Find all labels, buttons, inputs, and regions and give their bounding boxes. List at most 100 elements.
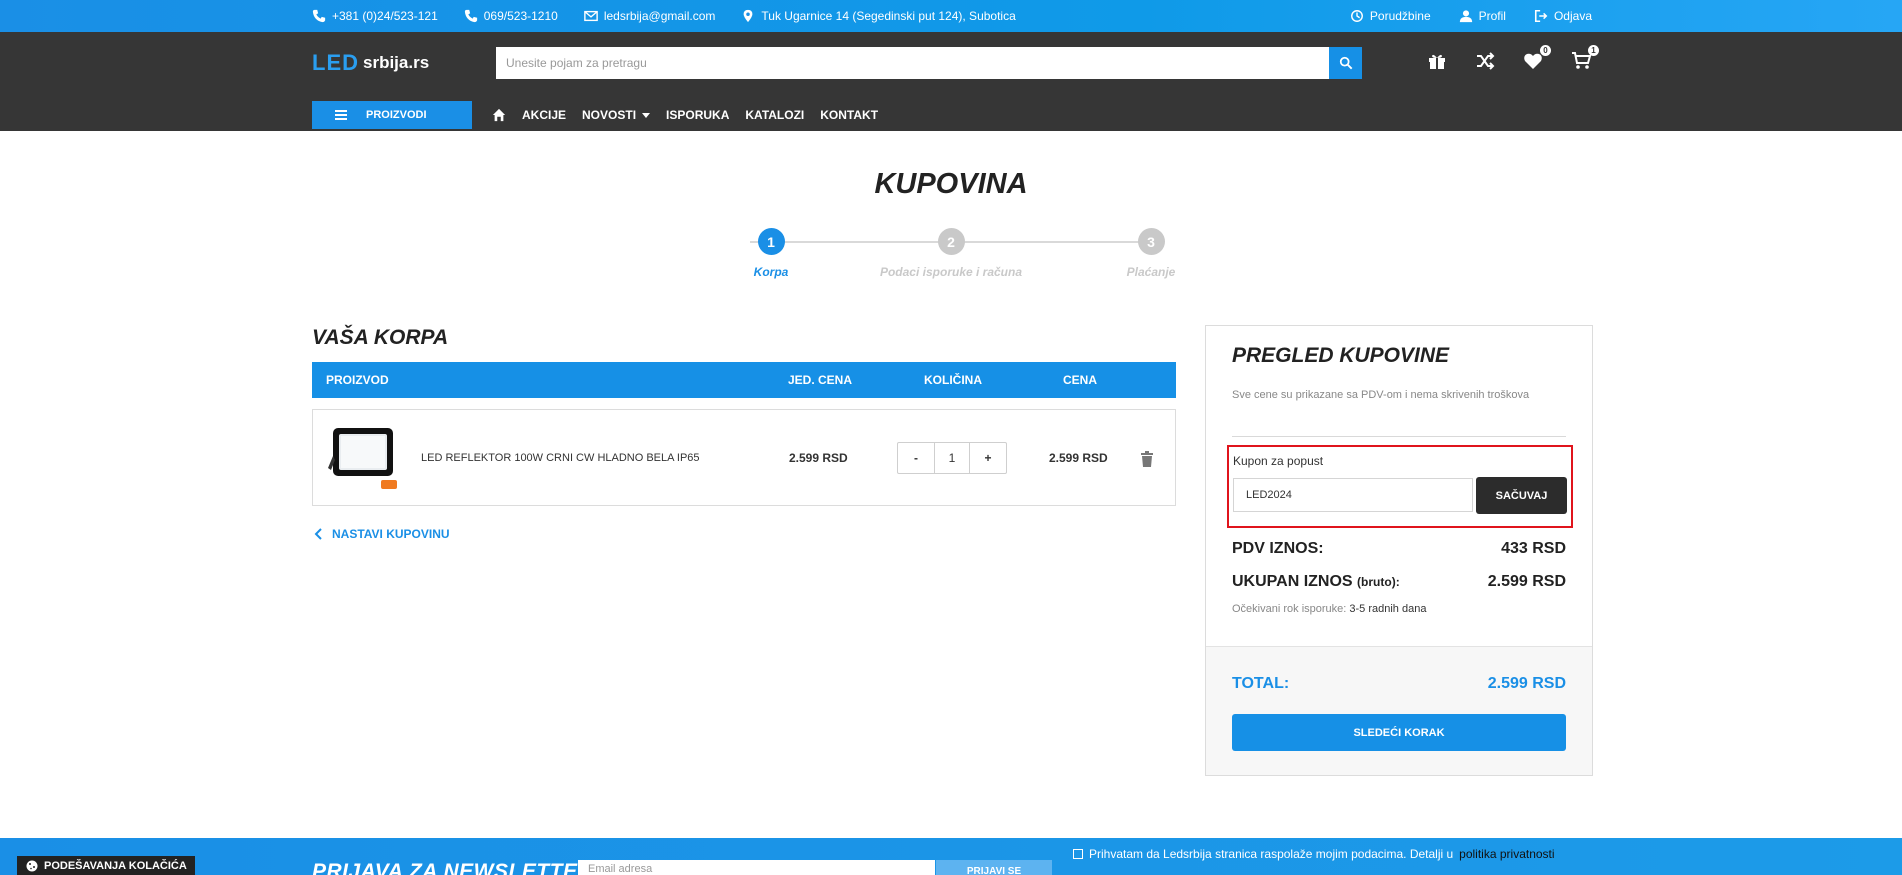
search-bar [496,47,1362,79]
cookie-icon [25,859,39,873]
cart-item-row: LED REFLEKTOR 100W CRNI CW HLADNO BELA I… [312,409,1176,506]
gross-total-suffix: (bruto): [1357,575,1400,589]
cart-table-header: PROIZVOD JED. CENA KOLIČINA CENA [312,362,1176,398]
coupon-label: Kupon za popust [1233,454,1324,468]
envelope-icon [584,9,598,23]
nav-item-kontakt[interactable]: KONTAKT [820,108,878,122]
step-2-circle: 2 [937,228,965,255]
newsletter-bar: PRIJAVA ZA NEWSLETTER Email adresa PRIJA… [0,838,1902,875]
top-contact-bar: +381 (0)24/523-121 069/523-1210 ledsrbij… [0,0,1902,32]
continue-shopping-label: NASTAVI KUPOVINU [332,527,450,541]
history-icon [1350,9,1364,23]
summary-divider [1232,436,1566,437]
main-header: LED srbija.rs 0 1 [0,32,1902,131]
phone-contact-2[interactable]: 069/523-1210 [464,9,558,23]
summary-total-section: TOTAL: 2.599 RSD SLEDEĆI KORAK [1206,646,1592,775]
vat-amount-row: PDV IZNOS: 433 RSD [1232,540,1566,558]
logo-text: srbija.rs [363,53,430,72]
logout-link[interactable]: Odjava [1534,9,1592,23]
quantity-value[interactable]: 1 [934,443,970,473]
products-menu-label: PROIZVODI [366,109,427,121]
step-2-label: Podaci isporuke i računa [879,265,1023,279]
gross-total-row: UKUPAN IZNOS (bruto): 2.599 RSD [1232,573,1566,591]
site-logo[interactable]: LED srbija.rs [312,50,429,76]
sign-out-icon [1534,9,1548,23]
nav-item-isporuka[interactable]: ISPORUKA [666,108,729,122]
vat-value: 433 RSD [1501,540,1566,557]
chevron-left-icon [312,527,326,541]
nav-item-katalozi[interactable]: KATALOZI [745,108,804,122]
trash-icon [1141,451,1153,467]
vat-label: PDV IZNOS: [1232,540,1324,557]
cookie-settings-button[interactable]: PODEŠAVANJA KOLAČIĆA [17,856,195,875]
product-thumbnail[interactable] [327,426,399,490]
column-product: PROIZVOD [326,373,389,387]
step-3-label: Plaćanje [1126,265,1176,279]
delivery-value: 3-5 radnih dana [1349,603,1427,615]
address-text: Tuk Ugarnice 14 (Segedinski put 124), Su… [761,9,1016,23]
orders-link[interactable]: Porudžbine [1350,9,1431,23]
save-coupon-button[interactable]: SAČUVAJ [1476,477,1567,514]
nav-item-novosti-label: NOVOSTI [582,108,637,122]
quantity-decrease-button[interactable]: - [898,443,934,473]
profile-link[interactable]: Profil [1459,9,1506,23]
checkout-steps: 1 Korpa 2 Podaci isporuke i računa 3 Pla… [720,228,1180,288]
newsletter-title: PRIJAVA ZA NEWSLETTER [312,860,594,875]
privacy-checkbox[interactable] [1073,849,1083,859]
logout-label: Odjava [1553,9,1592,23]
coupon-input[interactable] [1233,478,1473,512]
next-step-button[interactable]: SLEDEĆI KORAK [1232,714,1566,751]
phone-icon [464,9,478,23]
continue-shopping-link[interactable]: NASTAVI KUPOVINU [312,527,450,541]
email-contact[interactable]: ledsrbija@gmail.com [584,9,715,23]
total-label: TOTAL: [1232,675,1290,692]
phone-contact-1[interactable]: +381 (0)24/523-121 [312,9,438,23]
shuffle-icon [1477,52,1495,70]
step-1-circle: 1 [757,228,785,255]
heart-icon [1524,53,1542,69]
step-shipping: 2 Podaci isporuke i računa [871,228,1031,279]
step-cart: 1 Korpa [691,228,851,279]
summary-title: PREGLED KUPOVINE [1232,344,1450,367]
user-icon [1459,9,1473,23]
logo-led-mark: LED [312,50,359,75]
privacy-policy-link[interactable]: politika privatnosti [1459,847,1554,861]
cart-button[interactable]: 1 [1570,45,1599,72]
privacy-consent: Prihvatam da Ledsrbija stranica raspolaž… [1073,847,1555,861]
header-actions: 0 1 [1426,45,1599,72]
wishlist-count-badge: 0 [1540,45,1551,56]
step-payment: 3 Plaćanje [1071,228,1231,279]
quantity-increase-button[interactable]: + [970,443,1006,473]
cart-title: VAŠA KORPA [312,326,449,349]
privacy-text: Prihvatam da Ledsrbija stranica raspolaž… [1089,847,1454,861]
profile-label: Profil [1478,9,1506,23]
orders-label: Porudžbine [1369,9,1431,23]
search-input[interactable] [496,47,1329,79]
step-3-circle: 3 [1137,228,1165,255]
quantity-stepper: - 1 + [897,442,1007,474]
map-pin-icon [741,9,755,23]
cart-icon [1572,52,1591,69]
cookie-settings-label: PODEŠAVANJA KOLAČIĆA [44,859,187,872]
remove-item-button[interactable] [1140,451,1154,467]
address-info: Tuk Ugarnice 14 (Segedinski put 124), Su… [741,9,1016,23]
step-1-label: Korpa [753,265,789,279]
gift-button[interactable] [1426,50,1448,72]
newsletter-email-input[interactable]: Email adresa [578,860,935,875]
products-menu-button[interactable]: PROIZVODI [312,101,472,129]
nav-item-akcije[interactable]: AKCIJE [522,108,566,122]
search-button[interactable] [1329,47,1362,79]
home-icon[interactable] [492,108,506,122]
wishlist-button[interactable]: 0 [1522,45,1551,72]
gross-total-label-group: UKUPAN IZNOS (bruto): [1232,573,1400,591]
caret-down-icon [642,113,651,119]
main-nav: PROIZVODI AKCIJE NOVOSTI ISPORUKA KATALO… [312,100,1592,130]
column-quantity: KOLIČINA [924,373,982,387]
newsletter-subscribe-button[interactable]: PRIJAVI SE [936,860,1052,875]
compare-button[interactable] [1474,50,1496,72]
product-name[interactable]: LED REFLEKTOR 100W CRNI CW HLADNO BELA I… [421,452,700,464]
total-value: 2.599 RSD [1487,675,1566,692]
nav-item-novosti[interactable]: NOVOSTI [582,108,651,122]
column-unit-price: JED. CENA [788,373,853,387]
phone-2-text: 069/523-1210 [483,9,558,23]
